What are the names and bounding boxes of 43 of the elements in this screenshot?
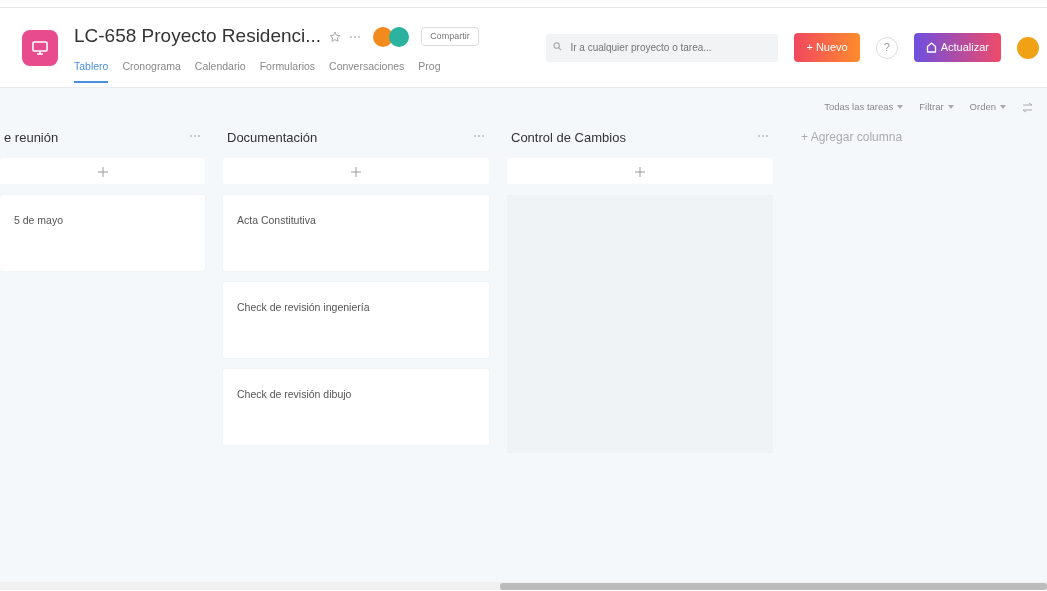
tab[interactable]: Formularios bbox=[259, 54, 316, 83]
more-icon[interactable] bbox=[189, 134, 201, 139]
plus-icon bbox=[351, 166, 361, 177]
more-icon[interactable] bbox=[473, 134, 485, 139]
tab[interactable]: Cronograma bbox=[122, 54, 181, 83]
tab[interactable]: Tablero bbox=[74, 54, 109, 83]
task-card[interactable]: Check de revisión ingeniería bbox=[223, 281, 489, 358]
tab[interactable]: Prog bbox=[418, 54, 441, 83]
search-field[interactable]: Ir a cualquier proyecto o tarea... bbox=[546, 33, 779, 62]
caret-icon bbox=[947, 105, 954, 110]
horizontal-scrollbar[interactable] bbox=[0, 582, 1047, 590]
more-icon[interactable] bbox=[349, 34, 362, 39]
toolbar-dropdown[interactable]: Todas las tareas bbox=[824, 100, 904, 115]
help-button[interactable]: ? bbox=[875, 36, 898, 59]
swap-icon[interactable] bbox=[1022, 101, 1033, 113]
toolbar-dropdown[interactable]: Orden bbox=[969, 100, 1006, 115]
add-card-button[interactable] bbox=[507, 157, 773, 184]
plus-icon bbox=[635, 166, 645, 177]
task-card[interactable]: 5 de mayo bbox=[0, 194, 205, 271]
add-card-button[interactable] bbox=[0, 157, 205, 184]
tab[interactable]: Conversaciones bbox=[329, 54, 405, 83]
board-icon bbox=[32, 40, 48, 55]
column-title: Documentación bbox=[227, 129, 318, 148]
toolbar-dropdown[interactable]: Filtrar bbox=[919, 100, 954, 115]
plus-icon bbox=[97, 166, 108, 177]
add-column-link[interactable]: + Agregar columna bbox=[791, 120, 913, 155]
upgrade-button[interactable]: Actualizar bbox=[913, 33, 1001, 62]
member-avatars[interactable] bbox=[373, 26, 410, 47]
project-title: LC-658 Proyecto Residenci... bbox=[74, 24, 322, 49]
task-card[interactable]: Acta Constitutiva bbox=[223, 194, 489, 271]
caret-icon bbox=[897, 105, 904, 110]
more-icon[interactable] bbox=[757, 134, 769, 139]
column-title: e reunión bbox=[4, 129, 59, 148]
new-button[interactable]: + Nuevo bbox=[794, 33, 860, 62]
caret-icon bbox=[1000, 105, 1006, 110]
tab[interactable]: Calendario bbox=[194, 54, 246, 83]
house-icon bbox=[925, 42, 937, 53]
task-card[interactable]: Check de revisión dibujo bbox=[223, 368, 489, 445]
star-icon[interactable] bbox=[329, 30, 342, 43]
share-button[interactable]: Compartir bbox=[421, 26, 479, 47]
add-card-button[interactable] bbox=[223, 157, 489, 184]
column-title: Control de Cambios bbox=[511, 129, 626, 148]
user-avatar[interactable] bbox=[1017, 36, 1039, 59]
